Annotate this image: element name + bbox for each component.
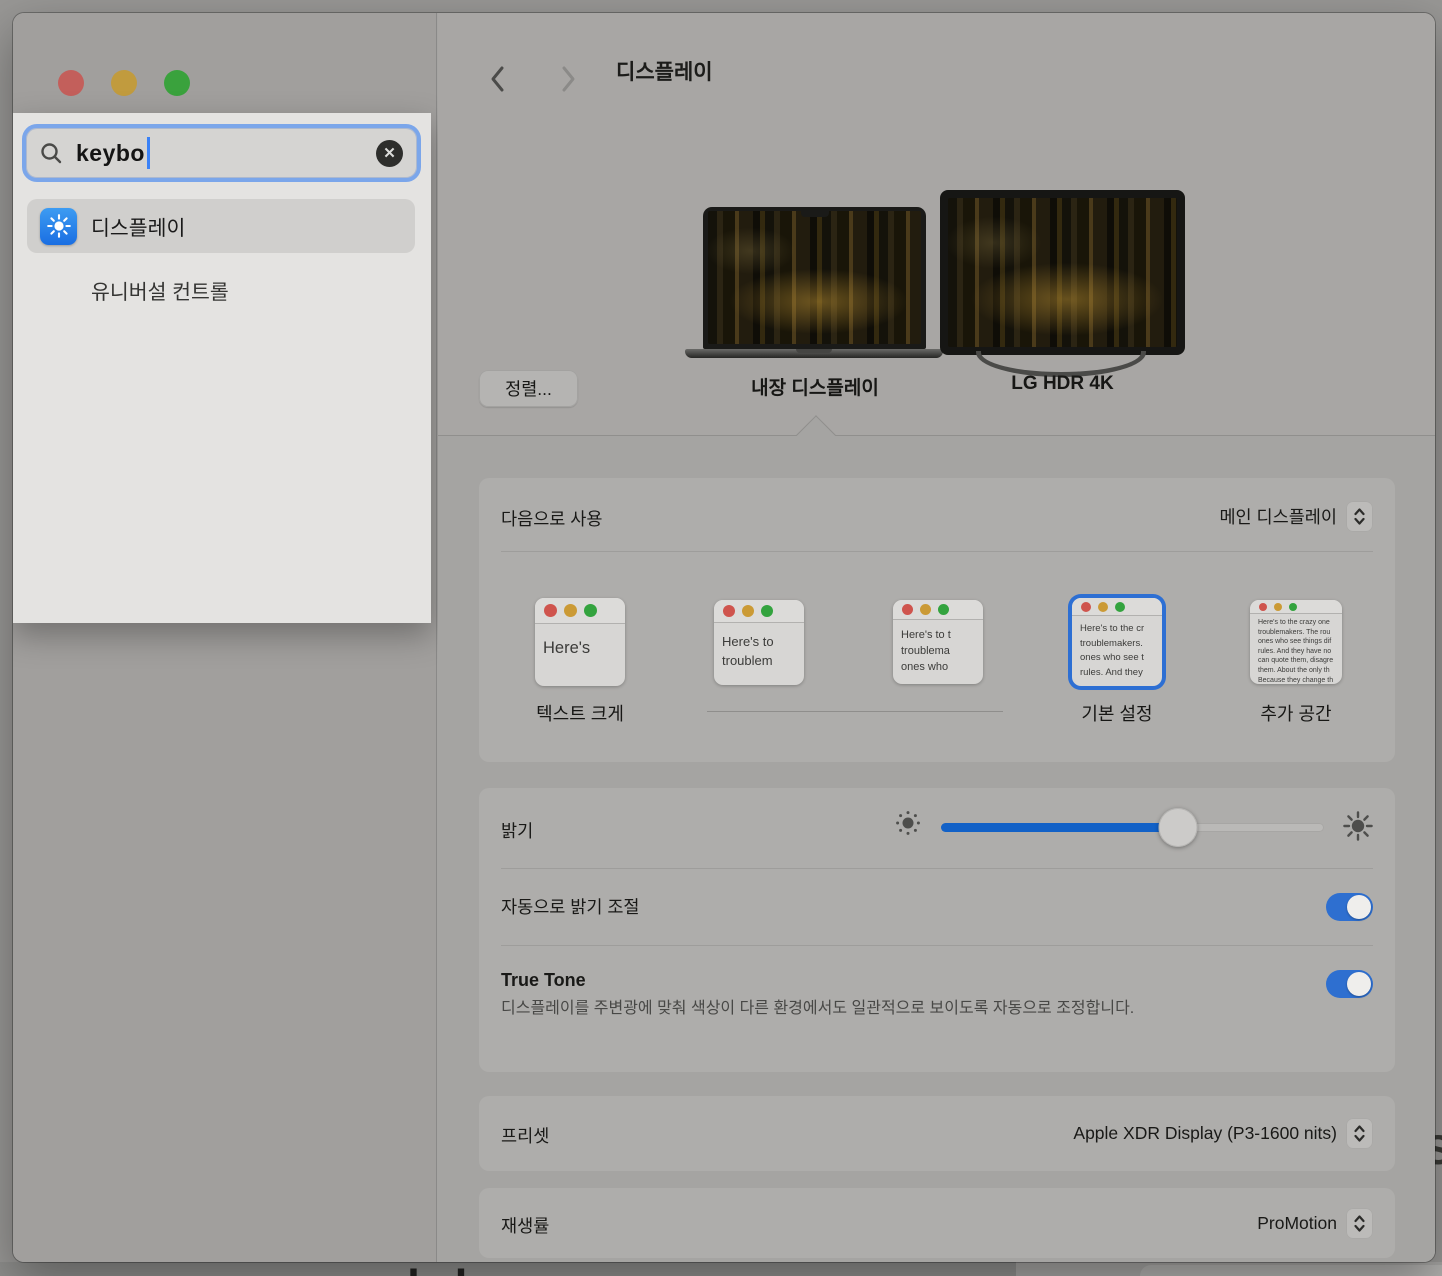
brightness-slider[interactable]: [941, 823, 1324, 832]
background-terminal-strip: ssh-keygen: [0, 1262, 1442, 1276]
use-as-label: 다음으로 사용: [501, 506, 602, 531]
use-as-dropdown[interactable]: [1346, 501, 1373, 532]
refresh-rate-card: 재생률 ProMotion: [479, 1188, 1395, 1258]
brightness-low-icon: [895, 810, 921, 836]
scaling-label-more-space: 추가 공간: [1206, 700, 1386, 726]
desktop-background: S ssh-keygen keybo ✕: [0, 0, 1442, 1276]
external-display-preview[interactable]: [940, 190, 1185, 355]
laptop-base: [685, 349, 943, 358]
search-result-universal-control[interactable]: 유니버설 컨트롤: [27, 263, 415, 317]
settings-section: 다음으로 사용 메인 디스플레이: [438, 436, 1435, 1262]
scaling-option-more-space[interactable]: Here's to the crazy one troublemakers. T…: [1250, 600, 1342, 684]
scaling-option-2[interactable]: Here's to troublem: [714, 600, 804, 685]
minimize-button[interactable]: [111, 70, 137, 96]
brightness-high-icon: [1342, 810, 1374, 842]
back-button[interactable]: [480, 57, 514, 101]
search-results-popup: keybo ✕: [13, 113, 431, 623]
brightness-slider-fill: [941, 823, 1178, 832]
search-result-label: 디스플레이: [91, 211, 185, 241]
forest-wallpaper: [708, 211, 921, 344]
search-result-label: 유니버설 컨트롤: [91, 275, 229, 305]
use-as-value: 메인 디스플레이: [1219, 504, 1337, 529]
arrange-button[interactable]: 정렬...: [479, 370, 578, 407]
preset-label: 프리셋: [501, 1123, 549, 1148]
builtin-display-name: 내장 디스플레이: [704, 373, 926, 400]
search-query-text: keybo: [76, 140, 145, 167]
scaling-option-3[interactable]: Here's to t troublema ones who: [893, 600, 983, 684]
forward-button[interactable]: [552, 57, 586, 101]
traffic-lights: [58, 70, 190, 96]
page-title: 디스플레이: [616, 56, 713, 86]
clear-search-button[interactable]: ✕: [376, 140, 403, 167]
brightness-label: 밝기: [501, 818, 533, 843]
section-divider: [438, 435, 1435, 436]
refresh-rate-label: 재생률: [501, 1213, 549, 1238]
refresh-rate-value: ProMotion: [1257, 1213, 1337, 1234]
scaling-track-line: [707, 711, 1003, 712]
brightness-slider-knob[interactable]: [1159, 808, 1198, 847]
main-header: 디스플레이: [438, 13, 1435, 113]
background-window-fragment: [1016, 1262, 1442, 1276]
chevron-up-down-icon: [1353, 507, 1366, 526]
display-mode-card: 다음으로 사용 메인 디스플레이: [479, 478, 1395, 762]
external-display-name: LG HDR 4K: [940, 373, 1185, 395]
auto-brightness-toggle[interactable]: [1326, 893, 1373, 921]
builtin-display-preview[interactable]: [703, 207, 926, 349]
text-cursor: [147, 137, 150, 169]
laptop-notch: [801, 211, 829, 217]
scaling-label-larger-text: 텍스트 크게: [490, 700, 670, 726]
sidebar: keybo ✕: [13, 13, 437, 1262]
search-input[interactable]: keybo ✕: [22, 124, 421, 182]
scaling-option-default[interactable]: Here's to the cr troublemakers. ones who…: [1072, 598, 1162, 686]
system-settings-window: keybo ✕: [13, 13, 1435, 1262]
auto-brightness-label: 자동으로 밝기 조절: [501, 894, 640, 919]
zoom-button[interactable]: [164, 70, 190, 96]
refresh-rate-dropdown[interactable]: [1346, 1208, 1373, 1239]
preset-dropdown[interactable]: [1346, 1118, 1373, 1149]
true-tone-description: 디스플레이를 주변광에 맞춰 색상이 다른 환경에서도 일관적으로 보이도록 자…: [501, 995, 1251, 1023]
forest-wallpaper: [948, 198, 1177, 347]
chevron-up-down-icon: [1353, 1124, 1366, 1143]
main-panel: 디스플레이 내장 디스플레이 LG HDR 4K 정렬... 다음으로 사용: [438, 13, 1435, 1262]
background-terminal-text: ssh-keygen: [352, 1262, 625, 1276]
close-button[interactable]: [58, 70, 84, 96]
chevron-up-down-icon: [1353, 1214, 1366, 1233]
search-icon: [40, 142, 63, 165]
scaling-label-default: 기본 설정: [1027, 700, 1207, 726]
brightness-card: 밝기: [479, 788, 1395, 1072]
display-brightness-icon: [40, 208, 77, 245]
preset-card: 프리셋 Apple XDR Display (P3-1600 nits): [479, 1096, 1395, 1171]
preset-value: Apple XDR Display (P3-1600 nits): [1073, 1123, 1337, 1144]
true-tone-toggle[interactable]: [1326, 970, 1373, 998]
search-result-display[interactable]: 디스플레이: [27, 199, 415, 253]
scaling-option-larger-text[interactable]: Here's: [535, 598, 625, 686]
true-tone-label: True Tone: [501, 970, 586, 991]
